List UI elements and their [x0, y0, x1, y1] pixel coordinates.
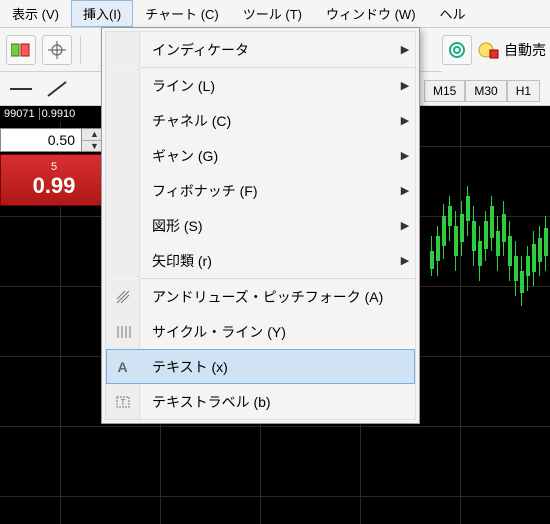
dd-arrows[interactable]: 矢印類 (r) ▶: [106, 243, 415, 278]
menu-view[interactable]: 表示 (V): [0, 0, 71, 27]
dd-channels[interactable]: チャネル (C) ▶: [106, 103, 415, 138]
hline-icon: [10, 83, 32, 95]
autotrade-icon: [478, 40, 500, 60]
submenu-arrow-icon: ▶: [395, 219, 415, 232]
submenu-arrow-icon: ▶: [395, 114, 415, 127]
dd-label: フィボナッチ (F): [140, 181, 395, 201]
grid-line: [0, 496, 550, 497]
submenu-arrow-icon: ▶: [395, 79, 415, 92]
dd-label: アンドリューズ・ピッチフォーク (A): [140, 287, 395, 307]
dd-lines[interactable]: ライン (L) ▶: [106, 68, 415, 103]
sell-top: 5: [51, 161, 57, 173]
hline-button[interactable]: [8, 76, 34, 102]
submenu-arrow-icon: ▶: [395, 43, 415, 56]
toolbar-separator: [80, 36, 81, 64]
dd-textlabel[interactable]: T テキストラベル (b): [106, 384, 415, 419]
autotrade-button[interactable]: 自動売: [478, 40, 546, 60]
dd-cycle[interactable]: サイクル・ライン (Y): [106, 314, 415, 349]
menubar: 表示 (V) 挿入(I) チャート (C) ツール (T) ウィンドウ (W) …: [0, 0, 550, 28]
submenu-arrow-icon: ▶: [395, 149, 415, 162]
textlabel-icon: T: [106, 384, 140, 419]
qty-row: ▲ ▼: [0, 128, 108, 152]
grid-line: [0, 426, 550, 427]
autotrade-label: 自動売: [504, 40, 546, 60]
menu-tools[interactable]: ツール (T): [231, 0, 314, 27]
svg-text:T: T: [120, 398, 125, 407]
pitchfork-icon: [106, 279, 140, 314]
trendline-button[interactable]: [44, 76, 70, 102]
dd-label: 矢印類 (r): [140, 251, 395, 271]
trade-panel: ▲ ▼ 5 0.99: [0, 128, 108, 206]
dd-label: 図形 (S): [140, 216, 395, 236]
submenu-arrow-icon: ▶: [395, 254, 415, 267]
signal-button[interactable]: [442, 35, 472, 65]
dd-label: インディケータ: [140, 40, 395, 60]
order-icon: [11, 42, 31, 58]
trendline-icon: [46, 80, 68, 98]
submenu-arrow-icon: ▶: [395, 184, 415, 197]
dd-pitchfork[interactable]: アンドリューズ・ピッチフォーク (A): [106, 279, 415, 314]
tf-m15[interactable]: M15: [424, 80, 465, 102]
sell-button[interactable]: 5 0.99: [0, 154, 108, 206]
dd-label: ギャン (G): [140, 146, 395, 166]
price-tick: 99071: [4, 108, 40, 120]
dd-shapes[interactable]: 図形 (S) ▶: [106, 208, 415, 243]
menu-insert[interactable]: 挿入(I): [71, 0, 133, 27]
tf-m30[interactable]: M30: [465, 80, 506, 102]
price-tick: 0.9910: [42, 108, 76, 120]
dd-label: サイクル・ライン (Y): [140, 322, 395, 342]
dd-label: ライン (L): [140, 76, 395, 96]
menu-window[interactable]: ウィンドウ (W): [314, 0, 428, 27]
dd-indicators[interactable]: インディケータ ▶: [106, 32, 415, 67]
tf-h1[interactable]: H1: [507, 80, 540, 102]
text-icon: A: [106, 349, 140, 384]
dd-gutter: [106, 32, 140, 67]
cycle-icon: [106, 314, 140, 349]
signal-icon: [447, 40, 467, 60]
dd-label: テキストラベル (b): [140, 392, 395, 412]
insert-dropdown: インディケータ ▶ ライン (L) ▶ チャネル (C) ▶ ギャン (G) ▶…: [101, 27, 420, 424]
dd-label: チャネル (C): [140, 111, 395, 131]
grid-line: [460, 106, 461, 524]
price-scale: 990710.9910: [0, 106, 79, 122]
dd-fibonacci[interactable]: フィボナッチ (F) ▶: [106, 173, 415, 208]
dd-text[interactable]: A テキスト (x): [106, 349, 415, 384]
dd-gann[interactable]: ギャン (G) ▶: [106, 138, 415, 173]
toolbar-right: 自動売: [442, 28, 550, 72]
dd-label: テキスト (x): [140, 357, 395, 377]
order-button[interactable]: [6, 35, 36, 65]
crosshair-icon: [48, 41, 66, 59]
crosshair-button[interactable]: [42, 35, 72, 65]
qty-input[interactable]: [1, 129, 81, 151]
timeframe-group: M15 M30 H1: [424, 80, 540, 102]
menu-chart[interactable]: チャート (C): [133, 0, 231, 27]
sell-price: 0.99: [33, 173, 76, 199]
menu-help[interactable]: ヘル: [428, 0, 478, 27]
